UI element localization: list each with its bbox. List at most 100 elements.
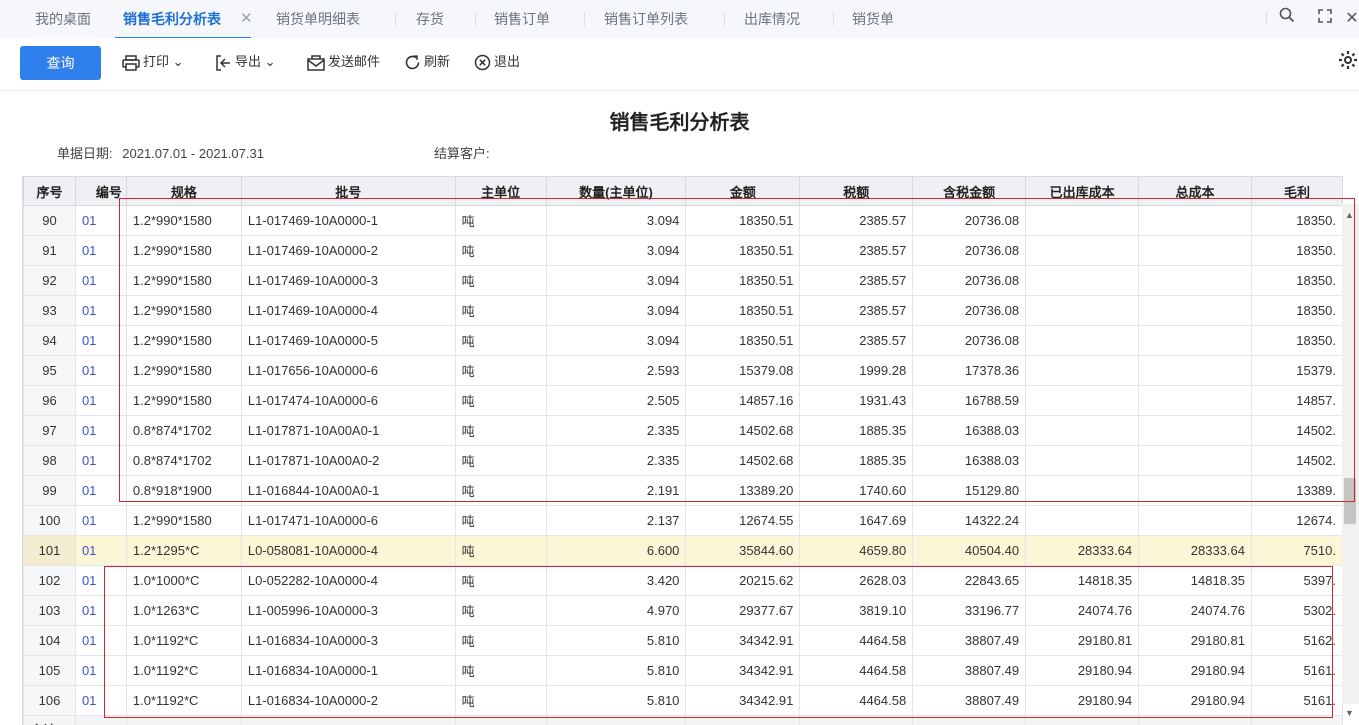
quantity-cell[interactable]: 4.970 — [545, 595, 687, 626]
print-button[interactable]: 打印 ⌄ — [122, 50, 184, 74]
tax-cell[interactable]: 3819.10 — [799, 595, 914, 626]
amount-cell[interactable]: 34342.91 — [685, 685, 801, 716]
quantity-cell[interactable]: 5.810 — [545, 625, 687, 656]
scroll-up-arrow-icon[interactable]: ▲ — [1345, 210, 1354, 220]
gross-profit-cell[interactable]: 5161. — [1250, 655, 1343, 686]
tax-cell[interactable]: 1740.60 — [799, 475, 914, 506]
column-header[interactable]: 含税金额 — [912, 176, 1027, 206]
spec-cell[interactable]: 1.2*1295*C — [125, 535, 242, 566]
gross-profit-cell[interactable]: 18350. — [1250, 205, 1343, 236]
outbound-cost-cell[interactable] — [1025, 295, 1140, 326]
total-cost-cell[interactable] — [1138, 205, 1252, 236]
unit-cell[interactable]: 吨 — [454, 355, 547, 386]
table-row[interactable]: 97 01 0.8*874*1702 L1-017871-10A00A0-1 吨 2.33… — [23, 415, 1343, 446]
batch-cell[interactable]: L1-017871-10A00A0-2 — [240, 445, 456, 476]
close-window-icon[interactable]: ✕ — [1345, 6, 1359, 32]
batch-cell[interactable]: L0-058081-10A0000-4 — [240, 535, 456, 566]
seq-cell[interactable]: 94 — [23, 325, 76, 356]
batch-cell[interactable]: L1-005996-10A0000-3 — [240, 595, 456, 626]
quantity-cell[interactable]: 3.094 — [545, 265, 687, 296]
seq-cell[interactable]: 100 — [23, 505, 76, 536]
scrollbar-thumb[interactable] — [1344, 478, 1356, 524]
unit-cell[interactable]: 吨 — [454, 445, 547, 476]
seq-cell[interactable]: 91 — [23, 235, 76, 266]
total-cost-cell[interactable]: 29180.94 — [1138, 655, 1252, 686]
quantity-cell[interactable]: 5.810 — [545, 655, 687, 686]
spec-cell[interactable]: 1.2*990*1580 — [125, 355, 242, 386]
amount-cell[interactable]: 34342.91 — [685, 655, 801, 686]
outbound-cost-cell[interactable] — [1025, 385, 1140, 416]
amount-cell[interactable]: 29377.67 — [685, 595, 801, 626]
seq-cell[interactable]: 101 — [23, 535, 76, 566]
tax-cell[interactable]: 1931.43 — [799, 385, 914, 416]
quantity-cell[interactable]: 2.593 — [545, 355, 687, 386]
total-cost-cell[interactable] — [1138, 295, 1252, 326]
tab-sales-gross-profit[interactable]: 销售毛利分析表 — [115, 0, 251, 39]
gross-profit-cell[interactable]: 14502. — [1250, 445, 1343, 476]
amount-cell[interactable]: 13389.20 — [685, 475, 801, 506]
tax-included-amount-cell[interactable]: 15129.80 — [912, 475, 1027, 506]
seq-cell[interactable]: 95 — [23, 355, 76, 386]
tax-cell[interactable]: 1885.35 — [799, 445, 914, 476]
total-cost-cell[interactable] — [1138, 415, 1252, 446]
total-cost-cell[interactable] — [1138, 355, 1252, 386]
amount-cell[interactable]: 20215.62 — [685, 565, 801, 596]
tax-included-amount-cell[interactable]: 22843.65 — [912, 565, 1027, 596]
tax-included-amount-cell[interactable]: 17378.36 — [912, 355, 1027, 386]
table-row[interactable]: 94 01 1.2*990*1580 L1-017469-10A0000-5 吨 3.09… — [23, 325, 1343, 356]
unit-cell[interactable]: 吨 — [454, 235, 547, 266]
send-email-button[interactable]: 发送邮件 — [307, 50, 380, 74]
spec-cell[interactable]: 1.2*990*1580 — [125, 385, 242, 416]
tab-outbound-status[interactable]: 出库情况 — [744, 0, 800, 38]
total-cost-cell[interactable] — [1138, 445, 1252, 476]
amount-cell[interactable]: 12674.55 — [685, 505, 801, 536]
gross-profit-cell[interactable]: 13389. — [1250, 475, 1343, 506]
batch-cell[interactable]: L1-016834-10A0000-2 — [240, 685, 456, 716]
tax-included-amount-cell[interactable]: 20736.08 — [912, 205, 1027, 236]
code-cell[interactable]: 01 — [74, 655, 127, 686]
spec-cell[interactable]: 1.2*990*1580 — [125, 265, 242, 296]
spec-cell[interactable]: 1.2*990*1580 — [125, 505, 242, 536]
gross-profit-cell[interactable]: 5302. — [1250, 595, 1343, 626]
unit-cell[interactable]: 吨 — [454, 685, 547, 716]
batch-cell[interactable]: L1-016834-10A0000-3 — [240, 625, 456, 656]
column-header[interactable]: 数量(主单位) — [545, 176, 687, 206]
amount-cell[interactable]: 18350.51 — [685, 295, 801, 326]
gross-profit-cell[interactable]: 7510. — [1250, 535, 1343, 566]
amount-cell[interactable]: 14857.16 — [685, 385, 801, 416]
amount-cell[interactable]: 18350.51 — [685, 205, 801, 236]
batch-cell[interactable]: L1-016834-10A0000-1 — [240, 655, 456, 686]
table-row[interactable]: 93 01 1.2*990*1580 L1-017469-10A0000-4 吨 3.09… — [23, 295, 1343, 326]
outbound-cost-cell[interactable]: 28333.64 — [1025, 535, 1140, 566]
seq-cell[interactable]: 97 — [23, 415, 76, 446]
outbound-cost-cell[interactable] — [1025, 235, 1140, 266]
quantity-cell[interactable]: 6.600 — [545, 535, 687, 566]
seq-cell[interactable]: 99 — [23, 475, 76, 506]
seq-cell[interactable]: 103 — [23, 595, 76, 626]
tax-cell[interactable]: 2385.57 — [799, 205, 914, 236]
tax-included-amount-cell[interactable]: 16388.03 — [912, 445, 1027, 476]
table-row[interactable]: 100 01 1.2*990*1580 L1-017471-10A0000-6 吨 2.1… — [23, 505, 1343, 536]
tax-cell[interactable]: 4464.58 — [799, 685, 914, 716]
total-cost-cell[interactable] — [1138, 265, 1252, 296]
spec-cell[interactable]: 1.0*1192*C — [125, 685, 242, 716]
tab-sales-order[interactable]: 销售订单 — [494, 0, 550, 38]
search-icon[interactable] — [1274, 6, 1300, 32]
seq-cell[interactable]: 102 — [23, 565, 76, 596]
tax-included-amount-cell[interactable]: 20736.08 — [912, 235, 1027, 266]
batch-cell[interactable]: L1-017469-10A0000-3 — [240, 265, 456, 296]
code-cell[interactable]: 01 — [74, 355, 127, 386]
quantity-cell[interactable]: 3.420 — [545, 565, 687, 596]
column-header[interactable]: 主单位 — [454, 176, 547, 206]
tax-cell[interactable]: 4659.80 — [799, 535, 914, 566]
tax-included-amount-cell[interactable]: 20736.08 — [912, 295, 1027, 326]
table-row[interactable]: 105 01 1.0*1192*C L1-016834-10A0000-1 吨 5.810… — [23, 655, 1343, 686]
unit-cell[interactable]: 吨 — [454, 325, 547, 356]
unit-cell[interactable]: 吨 — [454, 595, 547, 626]
seq-cell[interactable]: 106 — [23, 685, 76, 716]
column-header[interactable]: 总成本 — [1138, 176, 1252, 206]
seq-cell[interactable]: 92 — [23, 265, 76, 296]
tax-included-amount-cell[interactable]: 20736.08 — [912, 325, 1027, 356]
exit-button[interactable]: 退出 — [474, 50, 520, 74]
tax-cell[interactable]: 1885.35 — [799, 415, 914, 446]
